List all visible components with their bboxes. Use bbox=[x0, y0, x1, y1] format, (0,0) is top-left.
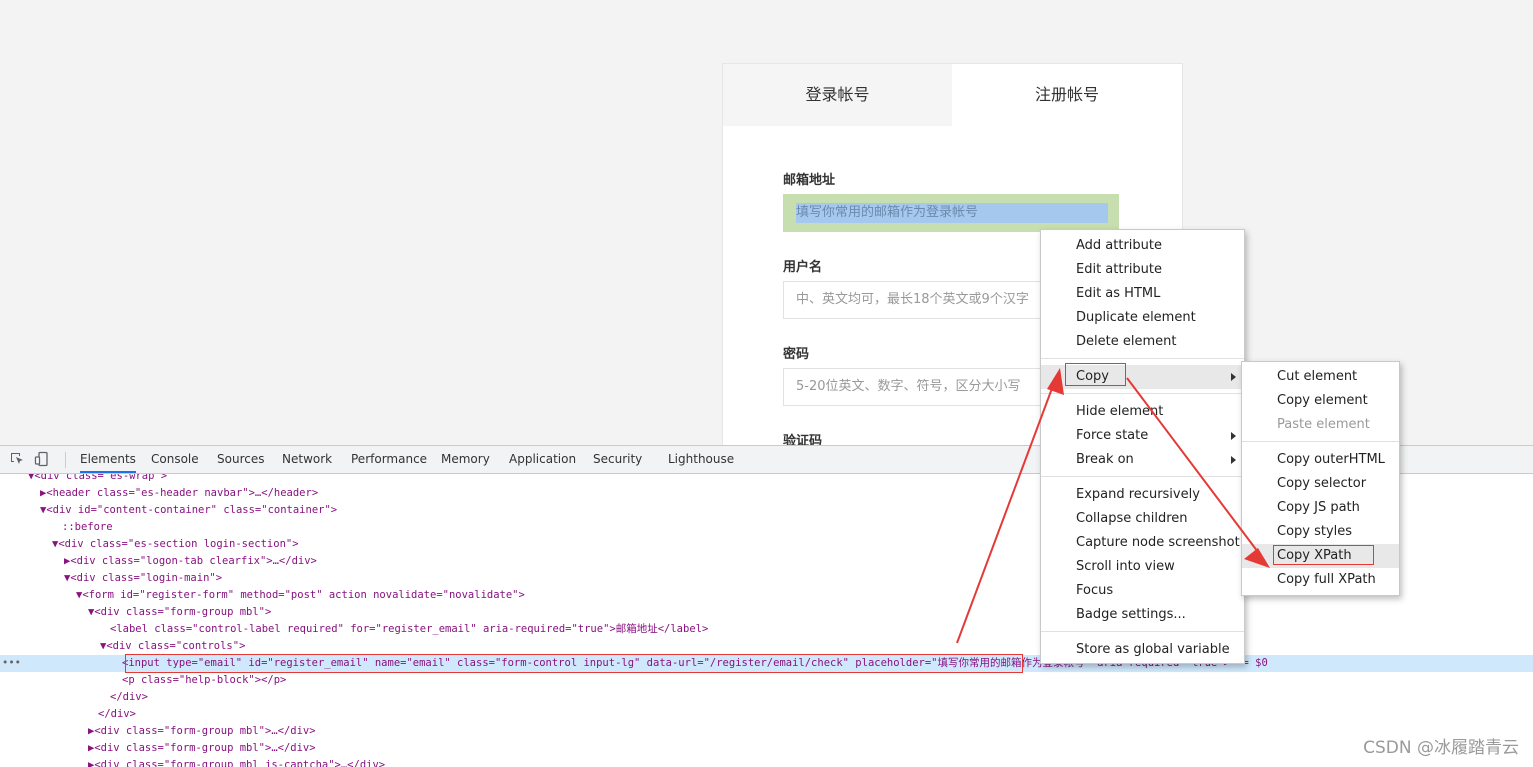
watermark: CSDN @冰履踏青云 bbox=[1363, 738, 1519, 758]
arrow-to-copy-xpath bbox=[1126, 377, 1265, 561]
arrow-to-copy bbox=[956, 374, 1058, 644]
annotation-arrows bbox=[956, 368, 1270, 644]
arrow-head-icon bbox=[1047, 368, 1064, 395]
arrow-head-icon bbox=[1244, 548, 1270, 568]
